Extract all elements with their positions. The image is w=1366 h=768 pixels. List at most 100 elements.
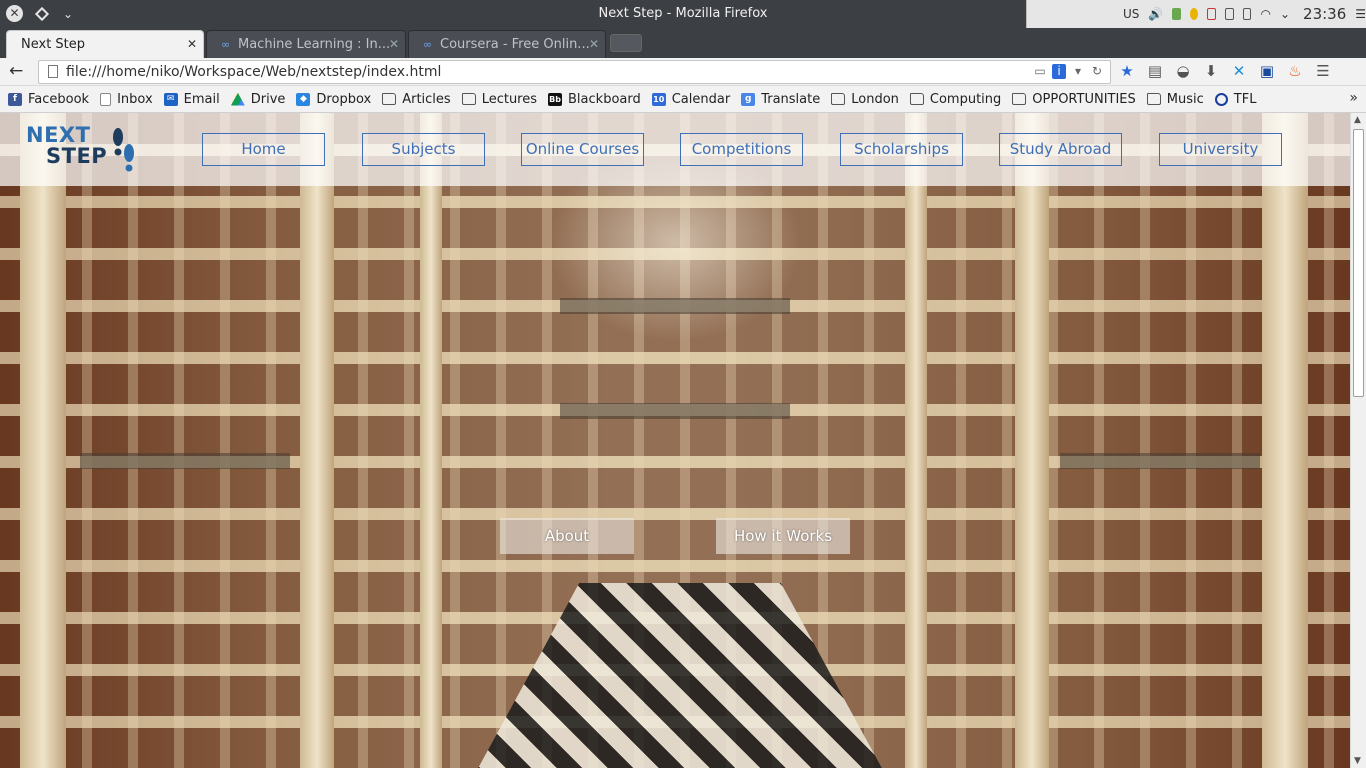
chrome-tray-icon[interactable] — [1189, 8, 1198, 20]
site-logo[interactable]: NEXT STEP — [26, 125, 107, 167]
bookmark-london[interactable]: London — [831, 92, 899, 107]
accessibility-icon[interactable]: i — [1052, 64, 1066, 79]
facebook-icon: f — [8, 92, 22, 106]
dropbox-icon: ◆ — [296, 92, 311, 106]
tray-app-icon[interactable] — [1172, 8, 1181, 20]
url-text[interactable]: file:///home/niko/Workspace/Web/nextstep… — [66, 64, 441, 80]
bookmark-tfl[interactable]: TFL — [1214, 91, 1257, 107]
bookmark-label: Music — [1166, 91, 1204, 107]
downloads-icon[interactable]: ⬇ — [1202, 61, 1220, 81]
clock[interactable]: 23:36 — [1303, 5, 1346, 23]
folder-icon — [909, 93, 924, 105]
clipboard-icon[interactable] — [1224, 8, 1234, 20]
bookmark-facebook[interactable]: f Facebook — [8, 92, 89, 107]
background-floor — [470, 583, 890, 768]
keyboard-layout-indicator[interactable]: US — [1123, 7, 1139, 21]
bookmark-label: Articles — [402, 91, 451, 107]
bookmark-drive[interactable]: Drive — [230, 91, 286, 107]
tab-close-icon[interactable]: ✕ — [389, 37, 399, 51]
folder-icon — [382, 93, 397, 105]
firebug-icon[interactable]: ♨ — [1286, 61, 1304, 81]
how-it-works-button[interactable]: How it Works — [716, 518, 850, 554]
tab-label: Coursera - Free Onlin... — [440, 37, 590, 52]
bookmark-dropbox[interactable]: ◆ Dropbox — [296, 92, 371, 107]
bookmark-translate[interactable]: g Translate — [741, 92, 820, 107]
tab-strip: Next Step ✕ ∞ Machine Learning : In... ✕ … — [0, 28, 1366, 58]
volume-icon[interactable]: 🔊 — [1148, 7, 1163, 21]
bookmark-label: Blackboard — [568, 91, 641, 107]
save-icon[interactable]: ▣ — [1258, 61, 1276, 81]
coursera-icon: ∞ — [221, 38, 231, 51]
hamburger-menu-icon[interactable]: ☰ — [1314, 61, 1332, 81]
tray-status-icon[interactable] — [1206, 8, 1216, 20]
drive-icon — [230, 92, 245, 106]
bookmark-label: TFL — [1233, 91, 1257, 107]
background-balcony — [1060, 453, 1260, 469]
bookmark-star-icon[interactable]: ★ — [1118, 61, 1136, 81]
bookmark-inbox[interactable]: Inbox — [100, 92, 153, 107]
tab-close-icon[interactable]: ✕ — [187, 37, 197, 51]
bookmark-calendar[interactable]: 10 Calendar — [651, 91, 731, 107]
folder-icon — [461, 93, 476, 105]
page-icon — [100, 92, 112, 106]
nav-online-courses-button[interactable]: Online Courses — [521, 133, 644, 166]
new-tab-button[interactable] — [610, 34, 642, 52]
bookmark-articles[interactable]: Articles — [382, 91, 451, 107]
bookmark-music[interactable]: Music — [1146, 91, 1204, 107]
page-scrollbar[interactable]: ▲ ▼ — [1350, 113, 1366, 768]
dropdown-icon[interactable]: ▾ — [1071, 64, 1085, 79]
navigation-toolbar: ← file:///home/niko/Workspace/Web/nextst… — [0, 58, 1366, 86]
bookmark-email[interactable]: ✉ Email — [163, 92, 220, 107]
scroll-up-arrow-icon[interactable]: ▲ — [1354, 115, 1361, 125]
scrollbar-thumb[interactable] — [1353, 129, 1364, 397]
bookmarks-menu-icon[interactable]: ▤ — [1146, 61, 1164, 81]
tab-coursera[interactable]: ∞ Coursera - Free Onlin... ✕ — [408, 30, 606, 58]
tray-menu-icon[interactable]: ☰ — [1355, 7, 1366, 21]
tray-chevron-icon[interactable]: ⌄ — [1280, 7, 1290, 21]
tab-next-step[interactable]: Next Step ✕ — [6, 30, 204, 58]
tab-machine-learning[interactable]: ∞ Machine Learning : In... ✕ — [206, 30, 406, 58]
nav-home-button[interactable]: Home — [202, 133, 325, 166]
coursera-icon: ∞ — [423, 38, 433, 51]
toolbar-icons: ★ ▤ ◒ ⬇ ✕ ▣ ♨ ☰ — [1118, 61, 1332, 81]
nav-subjects-button[interactable]: Subjects — [362, 133, 485, 166]
back-arrow-icon[interactable]: ← — [9, 62, 23, 80]
bookmark-label: Translate — [761, 91, 821, 107]
bookmark-label: Drive — [250, 91, 286, 107]
folder-icon — [1012, 93, 1027, 105]
page-viewport: NEXT STEP Home Subjects Online Courses C… — [0, 113, 1350, 768]
bookmark-computing[interactable]: Computing — [909, 92, 1001, 107]
footprints-icon — [113, 128, 134, 172]
nav-competitions-button[interactable]: Competitions — [680, 133, 803, 166]
background-balcony — [560, 403, 790, 419]
bookmarks-toolbar: f Facebook Inbox ✉ Email Drive ◆ Dropbox Ar… — [0, 86, 1366, 113]
background-column — [1015, 113, 1049, 768]
bookmark-label: Dropbox — [316, 91, 372, 107]
page-icon — [48, 65, 58, 78]
battery-icon[interactable] — [1242, 8, 1252, 20]
background-column — [905, 113, 927, 768]
about-button[interactable]: About — [500, 518, 634, 554]
bookmark-blackboard[interactable]: Bb Blackboard — [548, 92, 641, 107]
pocket-icon[interactable]: ◒ — [1174, 61, 1192, 81]
tfl-icon — [1214, 92, 1228, 106]
window-titlebar: ✕ ⌄ Next Step - Mozilla Firefox US 🔊 ◠ ⌄… — [0, 0, 1366, 28]
nav-university-button[interactable]: University — [1159, 133, 1282, 166]
nav-study-abroad-button[interactable]: Study Abroad — [999, 133, 1122, 166]
folder-icon — [831, 93, 846, 105]
scroll-down-arrow-icon[interactable]: ▼ — [1354, 756, 1361, 766]
nav-scholarships-button[interactable]: Scholarships — [840, 133, 963, 166]
reader-view-icon[interactable]: ▭ — [1033, 64, 1047, 79]
url-bar[interactable]: file:///home/niko/Workspace/Web/nextstep… — [38, 60, 1111, 84]
extension-icon[interactable]: ✕ — [1230, 61, 1248, 81]
reload-icon[interactable]: ↻ — [1090, 64, 1104, 79]
bookmark-label: Calendar — [671, 91, 731, 107]
blackboard-icon: Bb — [548, 92, 563, 106]
bookmarks-overflow-icon[interactable]: » — [1349, 90, 1358, 106]
system-tray: US 🔊 ◠ ⌄ 23:36 ☰ — [1026, 0, 1366, 28]
tab-close-icon[interactable]: ✕ — [589, 37, 599, 51]
wifi-icon[interactable]: ◠ — [1260, 7, 1270, 21]
bookmark-lectures[interactable]: Lectures — [461, 92, 537, 107]
translate-icon: g — [741, 92, 756, 106]
bookmark-opportunities[interactable]: OPPORTUNITIES — [1012, 92, 1136, 107]
